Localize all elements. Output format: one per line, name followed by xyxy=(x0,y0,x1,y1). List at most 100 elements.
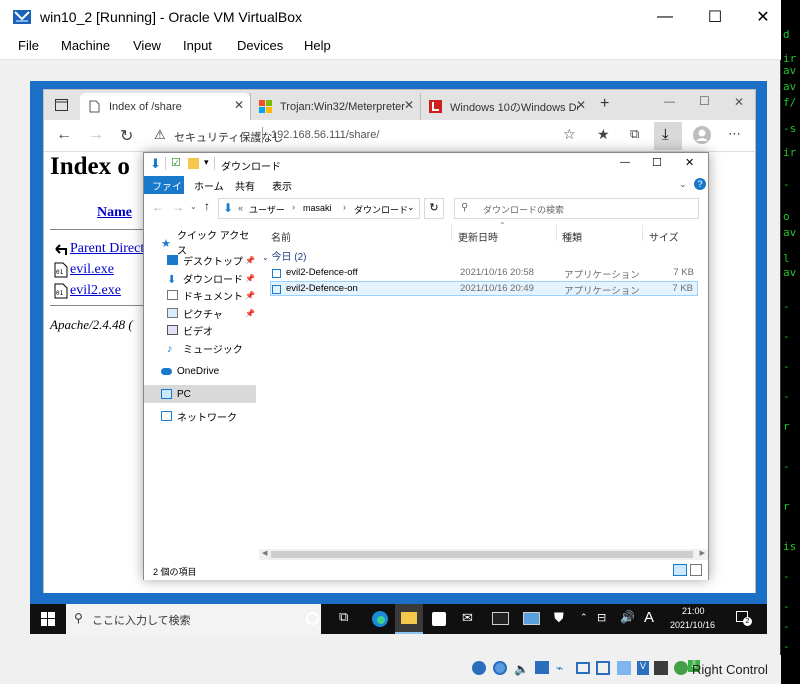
back-icon[interactable]: ← xyxy=(152,200,164,214)
browser-minimize-button[interactable]: — xyxy=(664,96,675,108)
name-column-link[interactable]: Name xyxy=(97,205,132,221)
scroll-left-icon[interactable]: ◀ xyxy=(262,549,267,557)
file-row[interactable]: evil2-Defence-off 2021/10/16 20:58 アプリケー… xyxy=(270,266,698,281)
menu-file[interactable]: File xyxy=(18,38,39,53)
pin-icon[interactable]: 📌 xyxy=(245,274,255,283)
edge-taskbar-icon[interactable] xyxy=(371,610,389,628)
maximize-button[interactable]: ☐ xyxy=(692,0,738,34)
nav-videos[interactable]: ビデオ xyxy=(144,321,259,339)
ribbon-tab-share[interactable]: 共有 xyxy=(235,178,255,193)
nav-downloads[interactable]: ⬇ ダウンロード 📌 xyxy=(144,269,259,287)
more-options-icon[interactable]: ⋯ xyxy=(728,126,741,142)
explorer-close-button[interactable]: ✕ xyxy=(685,156,694,169)
close-tab-icon[interactable]: ✕ xyxy=(234,98,244,112)
cpu-icon[interactable] xyxy=(654,661,668,675)
clock-date[interactable]: 2021/10/16 xyxy=(670,620,715,630)
file-explorer-taskbar-button[interactable] xyxy=(395,604,423,634)
breadcrumb-users[interactable]: ユーザー xyxy=(249,203,285,216)
audio-icon[interactable]: 🔈 xyxy=(514,662,529,676)
menu-input[interactable]: Input xyxy=(183,38,212,53)
video-capture-icon[interactable] xyxy=(617,661,631,675)
ime-indicator[interactable]: A xyxy=(644,609,654,626)
tab-trojan[interactable]: Trojan:Win32/Meterpreter.A!cl th ✕ xyxy=(250,93,420,120)
optical-drive-icon[interactable] xyxy=(493,661,507,675)
cortana-icon[interactable] xyxy=(306,612,319,625)
column-header-size[interactable]: サイズ xyxy=(649,229,679,244)
large-icons-view-icon[interactable] xyxy=(690,564,702,576)
explorer-search-box[interactable]: ⚲ ダウンロードの検索 xyxy=(454,198,699,219)
refresh-icon[interactable]: ↻ xyxy=(120,126,133,146)
group-header[interactable]: ⌄ 今日 (2) xyxy=(262,248,306,263)
new-tab-button[interactable]: + xyxy=(600,95,609,113)
explorer-address-bar[interactable]: ⬇ « ユーザー › masaki › ダウンロード ⌄ xyxy=(218,198,420,219)
mail-icon[interactable]: ✉ xyxy=(462,610,473,626)
profile-avatar-icon[interactable] xyxy=(693,126,711,144)
horizontal-scrollbar[interactable]: ◀ ▶ xyxy=(259,549,708,560)
details-view-icon[interactable] xyxy=(673,564,687,576)
column-header-name[interactable]: 名前 xyxy=(271,229,291,244)
store-icon[interactable] xyxy=(432,612,446,626)
pin-icon[interactable]: 📌 xyxy=(245,291,255,300)
refresh-icon[interactable]: ↻ xyxy=(424,198,444,219)
nav-music[interactable]: ♪ ミュージック xyxy=(144,339,259,357)
expand-ribbon-icon[interactable]: ⌄ xyxy=(679,179,687,190)
up-folder-icon[interactable]: ↑ xyxy=(204,199,210,213)
browser-close-button[interactable]: ✕ xyxy=(734,95,744,109)
address-dropdown-icon[interactable]: ⌄ xyxy=(407,202,415,213)
tab-actions-icon[interactable] xyxy=(55,99,68,111)
nav-desktop[interactable]: デスクトップ 📌 xyxy=(144,251,259,269)
close-button[interactable]: ✕ xyxy=(740,0,786,34)
usb-icon[interactable]: ⌁ xyxy=(556,661,563,675)
breadcrumb-downloads[interactable]: ダウンロード xyxy=(354,203,408,216)
pin-icon[interactable]: 📌 xyxy=(245,256,255,265)
browser-maximize-button[interactable]: ☐ xyxy=(699,94,710,108)
explorer-title-bar[interactable]: ⬇ ☑ ▾ ダウンロード — ☐ ✕ xyxy=(144,153,708,176)
help-icon[interactable]: ? xyxy=(694,178,706,190)
quick-access-dropdown-icon[interactable]: ▾ xyxy=(204,157,209,168)
remote-desktop-icon[interactable] xyxy=(523,612,540,625)
breadcrumb-masaki[interactable]: masaki xyxy=(303,203,332,213)
new-folder-icon[interactable] xyxy=(188,158,199,169)
forward-icon[interactable]: → xyxy=(88,126,104,144)
nav-documents[interactable]: ドキュメント 📌 xyxy=(144,286,259,304)
menu-devices[interactable]: Devices xyxy=(237,38,283,53)
tab-index-share[interactable]: Index of /share ✕ xyxy=(80,93,250,120)
menu-help[interactable]: Help xyxy=(304,38,331,53)
forward-icon[interactable]: → xyxy=(172,200,184,214)
ribbon-tab-home[interactable]: ホーム xyxy=(194,178,224,193)
breadcrumb-overflow[interactable]: « xyxy=(238,203,243,213)
clock-time[interactable]: 21:00 xyxy=(682,606,705,616)
recent-locations-icon[interactable]: ⌄ xyxy=(190,202,197,211)
notification-center-button[interactable]: 2 xyxy=(736,611,752,626)
security-shield-icon[interactable]: ⛊ xyxy=(554,610,564,626)
address-bar[interactable]: ⚠ セキュリティ保護なし 192.168.56.111/share/ xyxy=(144,124,584,148)
downloads-button[interactable]: ⤓ xyxy=(654,122,682,150)
title-bar[interactable]: win10_2 [Running] - Oracle VM VirtualBox… xyxy=(0,0,781,34)
parent-directory-link[interactable]: Parent Direct xyxy=(70,241,144,257)
scrollbar-thumb[interactable] xyxy=(271,551,693,558)
ribbon-tab-view[interactable]: 表示 xyxy=(272,178,292,193)
collections-icon[interactable]: ⧉ xyxy=(630,126,639,142)
favorites-icon[interactable]: ★ xyxy=(597,126,610,143)
explorer-minimize-button[interactable]: — xyxy=(620,157,630,168)
tab-windows-defender[interactable]: Windows 10のWindows Defende ✕ xyxy=(420,93,592,120)
task-view-icon[interactable]: ⧉ xyxy=(339,609,348,625)
ribbon-tab-file[interactable]: ファイル xyxy=(144,176,184,208)
pin-icon[interactable]: 📌 xyxy=(245,309,255,318)
file-link-evil[interactable]: evil.exe xyxy=(70,262,114,278)
network-adapter-icon[interactable] xyxy=(535,661,549,674)
close-tab-icon[interactable]: ✕ xyxy=(576,98,586,112)
menu-machine[interactable]: Machine xyxy=(61,38,110,53)
shared-folders-icon[interactable] xyxy=(576,662,590,674)
properties-icon[interactable]: ☑ xyxy=(171,156,181,169)
column-header-type[interactable]: 種類 xyxy=(562,229,582,244)
nav-pictures[interactable]: ピクチャ 📌 xyxy=(144,304,259,322)
nav-onedrive[interactable]: OneDrive xyxy=(144,362,259,380)
virtualization-icon[interactable]: V xyxy=(637,661,649,675)
nav-network[interactable]: ネットワーク xyxy=(144,407,259,425)
favorite-star-icon[interactable]: ☆ xyxy=(563,126,576,143)
show-hidden-icons-icon[interactable]: ⌃ xyxy=(580,612,588,623)
terminal-icon[interactable] xyxy=(492,612,509,625)
file-row[interactable]: evil2-Defence-on 2021/10/16 20:49 アプリケーシ… xyxy=(270,281,698,297)
taskbar-search-box[interactable]: ⚲ ここに入力して検索 xyxy=(66,604,321,634)
